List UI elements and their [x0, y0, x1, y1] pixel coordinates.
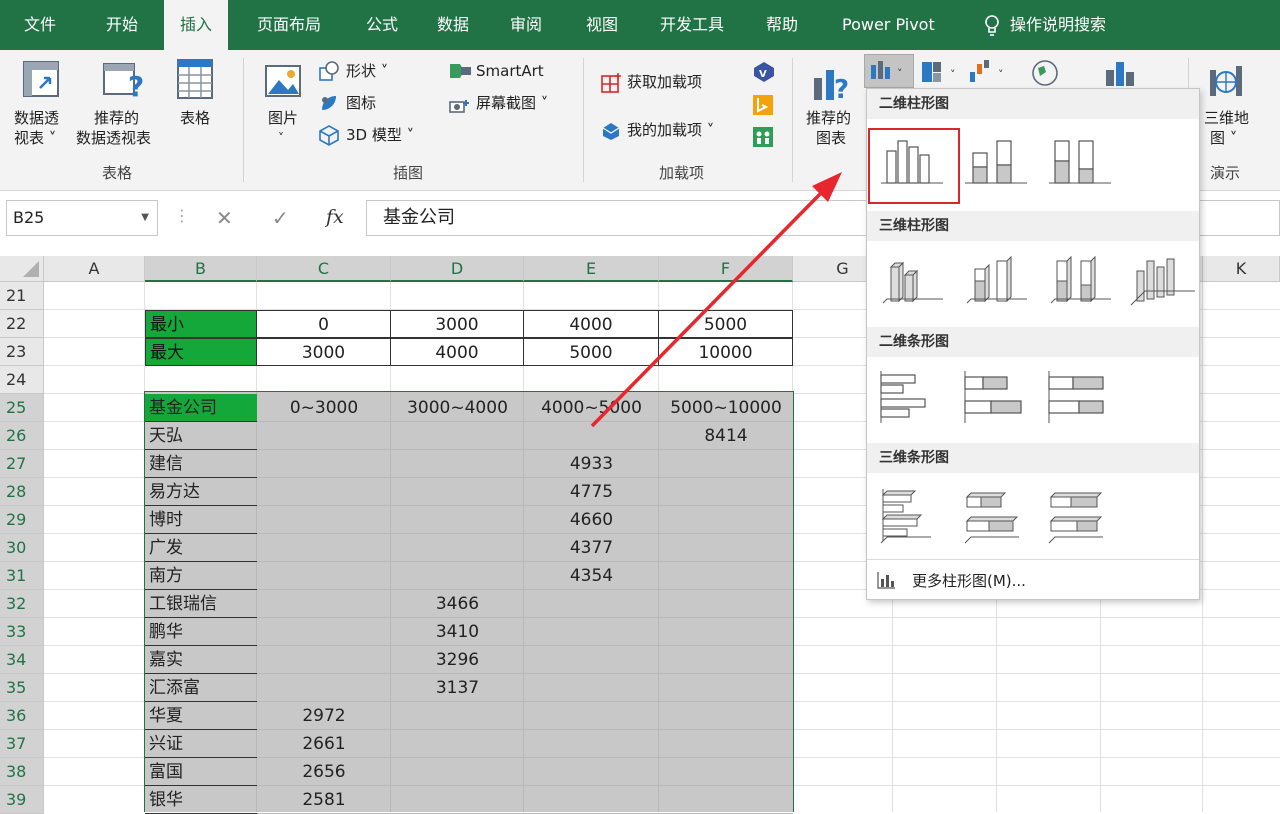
red-arrow-annotation — [590, 172, 842, 428]
